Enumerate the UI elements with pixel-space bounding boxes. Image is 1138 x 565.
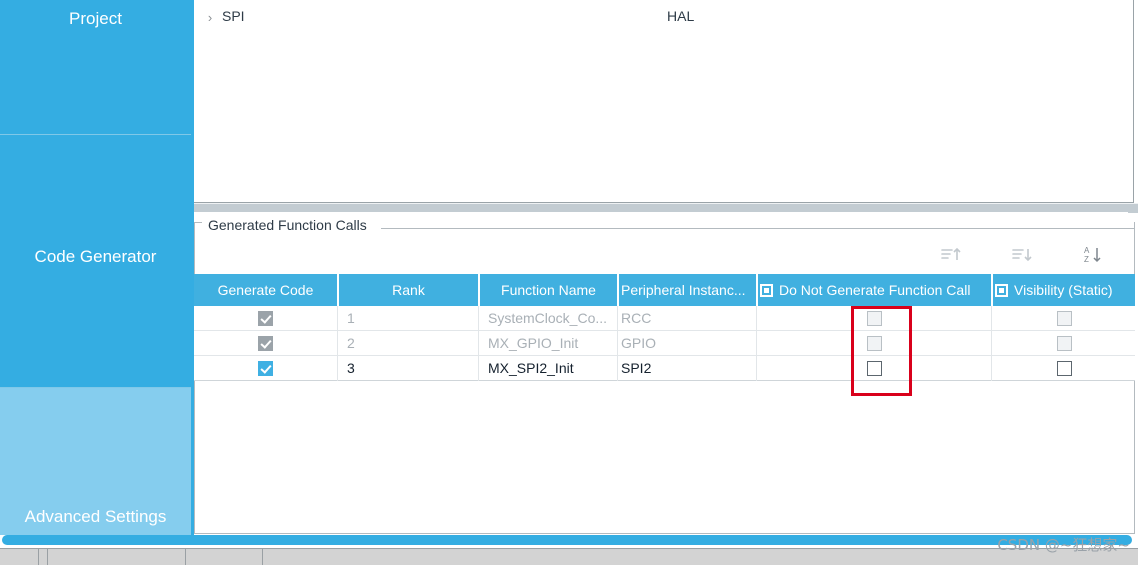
generate-code-checkbox[interactable] — [258, 310, 273, 326]
cell-divider — [617, 356, 618, 381]
column-header-function-name-label: Function Name — [501, 282, 596, 298]
cell-divider — [617, 306, 618, 331]
svg-text:A: A — [1084, 246, 1090, 255]
column-header-function-name[interactable]: Function Name — [480, 274, 617, 306]
column-header-rank[interactable]: Rank — [339, 274, 478, 306]
column-header-do-not-generate-function-call[interactable]: Do Not Generate Function Call — [758, 274, 991, 306]
group-title-label: Generated Function Calls — [204, 217, 371, 233]
status-bar — [0, 548, 1138, 565]
cell-function-name: MX_SPI2_Init — [488, 360, 574, 376]
group-border-right — [381, 228, 1135, 229]
cell-visibility-static[interactable] — [993, 356, 1135, 380]
cell-generate-code[interactable] — [194, 356, 337, 380]
status-segment-1 — [0, 549, 39, 565]
cell-divider — [337, 331, 338, 356]
generated-function-calls-table: Generate Code Rank Function Name Periphe… — [194, 274, 1135, 381]
sort-alphabetical-icon[interactable]: A Z — [1080, 243, 1106, 267]
cell-divider — [756, 356, 757, 381]
generate-code-checkbox[interactable] — [258, 335, 273, 351]
sidebar-item-code-generator[interactable]: Code Generator — [0, 135, 191, 387]
cell-do-not-generate[interactable] — [758, 356, 991, 380]
status-segment-2 — [40, 549, 48, 565]
do-not-generate-checkbox[interactable] — [867, 310, 882, 326]
status-segment-4 — [187, 549, 263, 565]
peripheral-driver-label: HAL — [667, 8, 695, 24]
sidebar-item-code-generator-label: Code Generator — [34, 247, 157, 266]
sort-ascending-icon[interactable] — [938, 243, 964, 267]
cell-visibility-static[interactable] — [993, 331, 1135, 355]
column-header-peripheral-instance[interactable]: Peripheral Instanc... — [619, 274, 756, 306]
table-row[interactable]: 1 SystemClock_Co... RCC — [194, 306, 1135, 331]
column-header-generate-code[interactable]: Generate Code — [194, 274, 337, 306]
cell-divider — [991, 306, 992, 331]
peripheral-name-label: SPI — [222, 8, 245, 24]
horizontal-scrollbar[interactable] — [2, 535, 1132, 545]
svg-text:Z: Z — [1084, 255, 1089, 264]
cell-visibility-static[interactable] — [993, 306, 1135, 330]
sidebar-item-project[interactable]: Project — [0, 0, 191, 134]
group-border-left — [194, 222, 202, 223]
sort-toolbar: A Z — [920, 243, 1135, 269]
column-header-do-not-generate-label: Do Not Generate Function Call — [779, 282, 971, 298]
sort-descending-icon[interactable] — [1009, 243, 1035, 267]
column-header-generate-code-label: Generate Code — [217, 282, 314, 298]
cell-peripheral-instance: RCC — [621, 310, 652, 326]
cell-rank: 3 — [347, 360, 355, 376]
table-header-row: Generate Code Rank Function Name Periphe… — [194, 274, 1135, 306]
cell-function-name: SystemClock_Co... — [488, 310, 608, 326]
chevron-right-icon[interactable]: › — [203, 11, 217, 25]
cell-divider — [991, 331, 992, 356]
sidebar-item-project-label: Project — [69, 9, 122, 28]
sidebar-item-advanced-settings-label: Advanced Settings — [24, 507, 167, 526]
table-row[interactable]: 3 MX_SPI2_Init SPI2 — [194, 356, 1135, 381]
do-not-generate-header-checkbox[interactable] — [760, 283, 773, 297]
cell-divider — [478, 331, 479, 356]
peripheral-list-panel: › SPI HAL — [194, 0, 1134, 203]
cell-do-not-generate[interactable] — [758, 306, 991, 330]
table-row[interactable]: 2 MX_GPIO_Init GPIO — [194, 331, 1135, 356]
cell-divider — [991, 356, 992, 381]
column-header-peripheral-instance-label: Peripheral Instanc... — [621, 282, 746, 298]
visibility-static-checkbox[interactable] — [1056, 335, 1072, 351]
do-not-generate-checkbox[interactable] — [867, 335, 882, 351]
cell-peripheral-instance: SPI2 — [621, 360, 652, 376]
peripheral-row-spi[interactable]: › SPI HAL — [194, 7, 1134, 31]
vertical-tab-rail: Project Code Generator Advanced Settings — [0, 0, 191, 537]
do-not-generate-checkbox[interactable] — [867, 360, 882, 376]
cell-rank: 2 — [347, 335, 355, 351]
sidebar-item-advanced-settings[interactable]: Advanced Settings — [0, 388, 191, 535]
cell-generate-code[interactable] — [194, 306, 337, 330]
watermark-text: CSDN @~狂想家~ — [997, 536, 1130, 554]
cell-divider — [756, 331, 757, 356]
visibility-static-header-checkbox[interactable] — [995, 283, 1008, 297]
status-segment-3 — [49, 549, 186, 565]
visibility-static-checkbox[interactable] — [1056, 360, 1072, 376]
cell-peripheral-instance: GPIO — [621, 335, 657, 351]
cell-divider — [756, 306, 757, 331]
application-window: Project Code Generator Advanced Settings… — [0, 0, 1138, 565]
cell-rank: 1 — [347, 310, 355, 326]
generate-code-checkbox[interactable] — [258, 360, 273, 376]
cell-do-not-generate[interactable] — [758, 331, 991, 355]
visibility-static-checkbox[interactable] — [1056, 310, 1072, 326]
column-header-visibility-static-label: Visibility (Static) — [1014, 282, 1113, 298]
column-header-rank-label: Rank — [392, 282, 425, 298]
cell-function-name: MX_GPIO_Init — [488, 335, 579, 351]
cell-generate-code[interactable] — [194, 331, 337, 355]
cell-divider — [478, 356, 479, 381]
top-panel-scrollbar[interactable] — [1134, 0, 1138, 203]
cell-divider — [478, 306, 479, 331]
horizontal-splitter[interactable] — [194, 204, 1138, 212]
column-header-visibility-static[interactable]: Visibility (Static) — [993, 274, 1135, 306]
cell-divider — [337, 306, 338, 331]
splitter-scroll-thumb[interactable] — [1128, 205, 1138, 213]
cell-divider — [337, 356, 338, 381]
cell-divider — [617, 331, 618, 356]
